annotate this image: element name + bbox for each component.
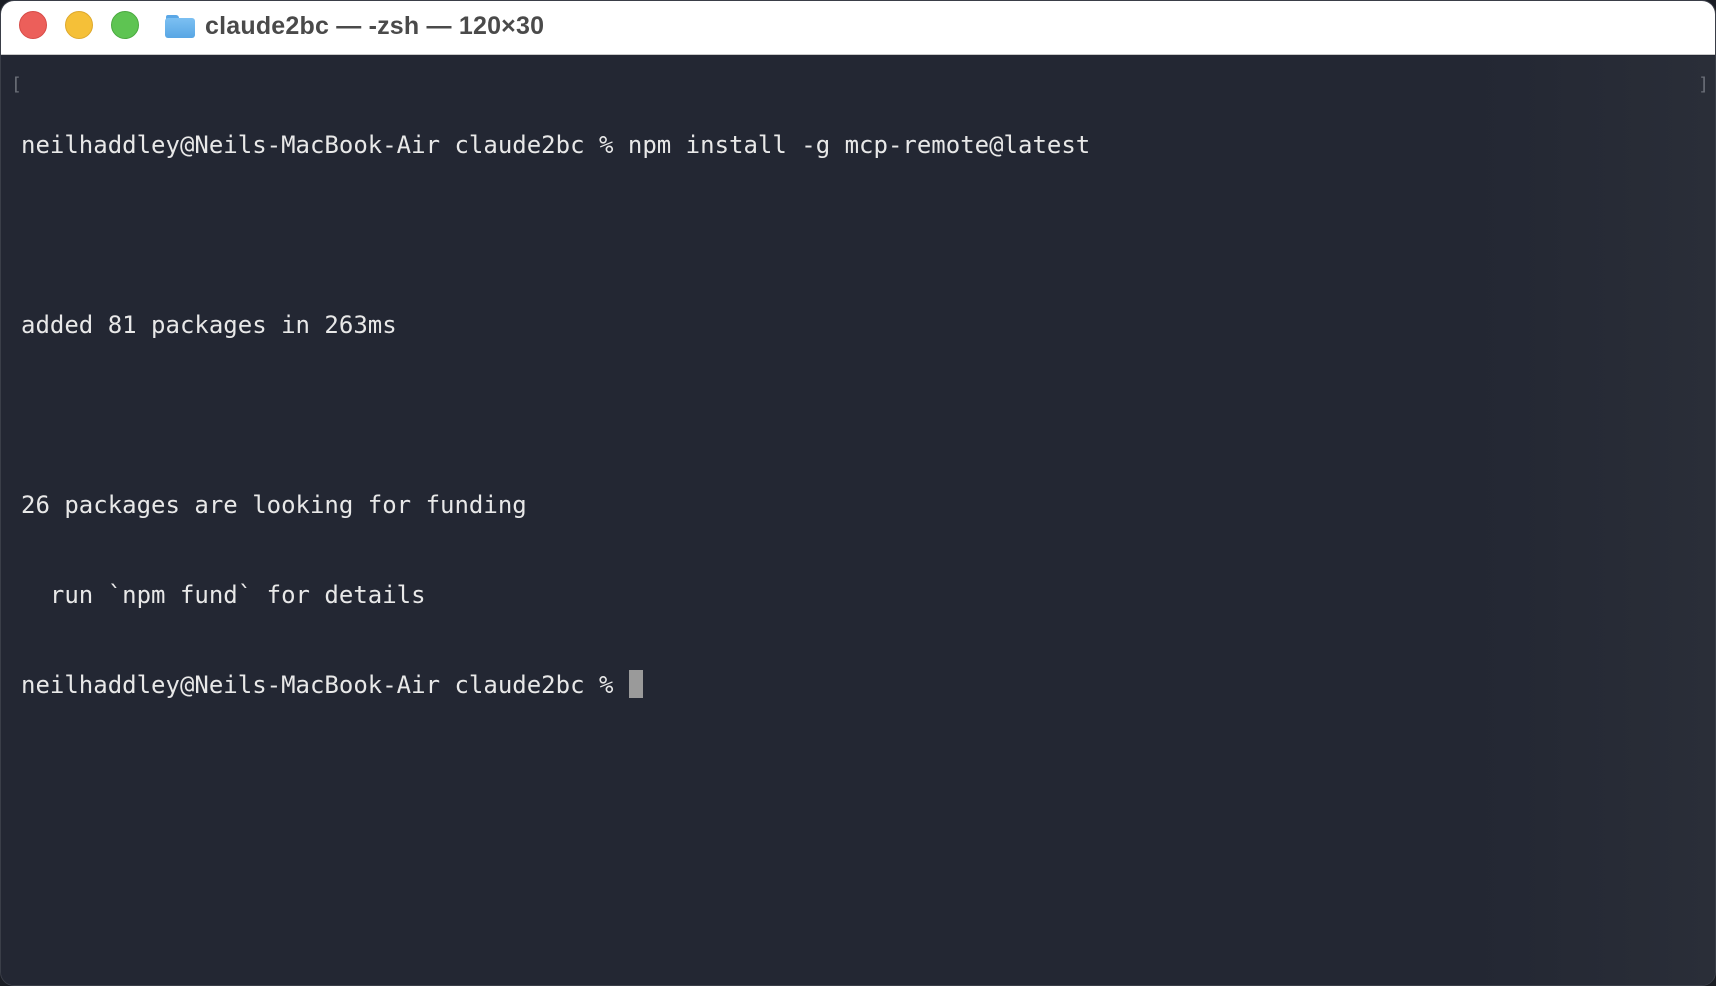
text-cursor [628,670,643,698]
terminal-content[interactable]: [ ] neilhaddley@Neils-MacBook-Air claude… [1,56,1715,985]
terminal-line: added 81 packages in 263ms [21,311,397,339]
title-bar[interactable]: claude2bc — -zsh — 120×30 [1,1,1715,55]
terminal-line: run `npm fund` for details [21,581,426,609]
prompt-text: neilhaddley@Neils-MacBook-Air claude2bc … [21,671,628,699]
mark-right: ] [1698,74,1709,95]
window-title-group: claude2bc — -zsh — 120×30 [165,9,544,43]
terminal-line: 26 packages are looking for funding [21,491,527,519]
terminal-line: neilhaddley@Neils-MacBook-Air claude2bc … [21,131,1091,159]
terminal-window: claude2bc — -zsh — 120×30 [ ] neilhaddle… [0,0,1716,986]
window-title: claude2bc — -zsh — 120×30 [205,11,545,40]
terminal-output: neilhaddley@Neils-MacBook-Air claude2bc … [21,70,1090,760]
prompt-line[interactable]: neilhaddley@Neils-MacBook-Air claude2bc … [21,670,1090,700]
folder-icon [165,14,195,38]
zoom-button[interactable] [111,11,139,39]
close-button[interactable] [19,11,47,39]
minimize-button[interactable] [65,11,93,39]
